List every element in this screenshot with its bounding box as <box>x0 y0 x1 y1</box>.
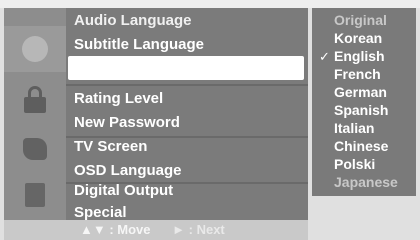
submenu-item-italian[interactable]: Italian <box>334 120 374 137</box>
submenu-item-polski[interactable]: Polski <box>334 156 375 173</box>
category-disc[interactable] <box>4 26 66 72</box>
selection-highlight[interactable] <box>68 56 304 80</box>
submenu-item-original[interactable]: Original <box>334 12 387 29</box>
menu-item-new-password[interactable]: New Password <box>74 112 180 134</box>
category-icon-column <box>4 8 66 220</box>
menu-item-digital-output[interactable]: Digital Output <box>74 180 173 202</box>
help-bar: ▲▼ : Move ► : Next <box>4 220 308 240</box>
divider <box>66 84 308 86</box>
category-special[interactable] <box>4 172 66 218</box>
submenu-item-japanese[interactable]: Japanese <box>334 174 398 191</box>
submenu-list: Original Korean ✓ English French German … <box>312 8 416 196</box>
submenu-item-chinese[interactable]: Chinese <box>334 138 388 155</box>
help-next: ► : Next <box>172 222 225 237</box>
menu-item-subtitle-language[interactable]: Subtitle Language <box>74 34 204 56</box>
menu-list: Audio Language Subtitle Language Rating … <box>66 8 308 221</box>
help-move-label: ▲▼ : Move ► : Next <box>80 220 225 240</box>
submenu-item-french[interactable]: French <box>334 66 381 83</box>
screen-icon <box>23 138 47 160</box>
book-icon <box>25 183 45 207</box>
menu-item-rating-level[interactable]: Rating Level <box>74 88 163 110</box>
lock-icon <box>24 86 46 114</box>
submenu-item-german[interactable]: German <box>334 84 387 101</box>
check-icon: ✓ <box>319 49 330 64</box>
menu-item-audio-language[interactable]: Audio Language <box>74 10 192 32</box>
submenu-item-spanish[interactable]: Spanish <box>334 102 388 119</box>
disc-icon <box>22 36 48 62</box>
submenu-item-english[interactable]: English <box>334 48 385 65</box>
category-lock[interactable] <box>4 80 66 126</box>
menu-item-osd-language[interactable]: OSD Language <box>74 160 182 182</box>
submenu-item-korean[interactable]: Korean <box>334 30 382 47</box>
setup-menu-frame: Audio Language Subtitle Language Rating … <box>0 0 420 240</box>
category-screen[interactable] <box>4 126 66 172</box>
menu-item-tv-screen[interactable]: TV Screen <box>74 136 147 158</box>
help-move: ▲▼ : Move <box>80 222 151 237</box>
